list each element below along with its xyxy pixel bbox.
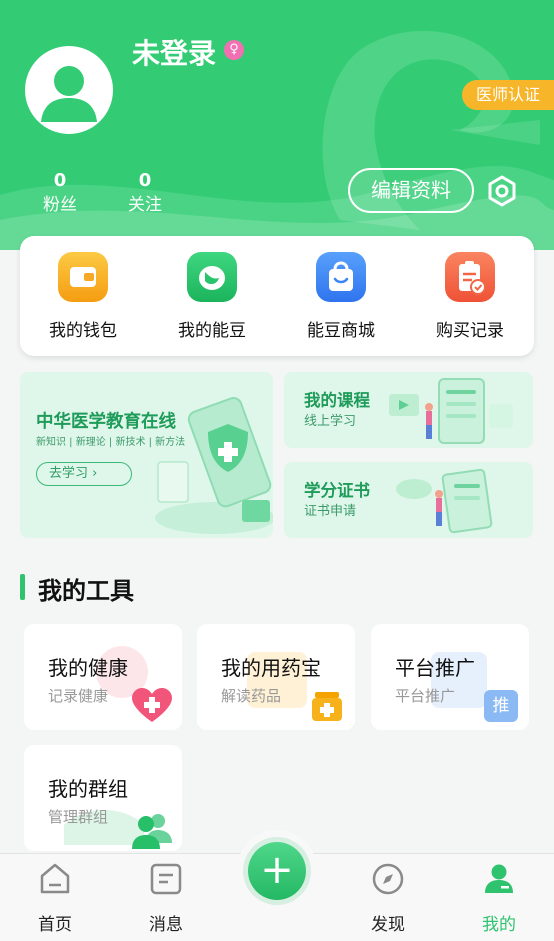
certificate-illustration xyxy=(396,468,493,534)
quick-item-purchases[interactable]: 购买记录 xyxy=(420,252,520,341)
courses-subtitle: 线上学习 xyxy=(304,414,357,429)
certificate-subtitle: 证书申请 xyxy=(304,504,357,519)
profile-header: 未登录 ♀ 医师认证 0 粉丝 0 关注 编辑资料 xyxy=(0,0,554,250)
doctor-certification-button[interactable]: 医师认证 xyxy=(462,80,554,110)
tool-title: 我的健康 xyxy=(48,656,128,680)
tools-section-title: 我的工具 xyxy=(38,577,134,605)
tool-medicine-guide[interactable]: 我的用药宝 解读药品 xyxy=(197,624,355,730)
section-accent-bar xyxy=(20,574,25,600)
user-icon xyxy=(485,864,513,893)
home-icon xyxy=(40,863,70,894)
settings-gear-icon[interactable] xyxy=(486,175,518,207)
tab-discover[interactable]: 发现 xyxy=(353,862,423,935)
tool-my-groups[interactable]: 我的群组 管理群组 xyxy=(24,745,182,851)
tab-label: 发现 xyxy=(371,915,405,935)
following-stat[interactable]: 0 关注 xyxy=(115,170,175,218)
quick-item-label: 我的钱包 xyxy=(49,321,117,341)
publish-plus-button[interactable]: + xyxy=(248,842,306,900)
tool-subtitle: 管理群组 xyxy=(48,808,109,826)
edit-profile-button[interactable]: 编辑资料 xyxy=(348,168,474,213)
tool-subtitle: 解读药品 xyxy=(221,687,282,705)
following-count: 0 xyxy=(138,170,152,191)
promote-icon: 推 xyxy=(484,690,518,722)
quick-item-beans[interactable]: 我的能豆 xyxy=(162,252,262,341)
tool-title: 我的群组 xyxy=(48,777,128,801)
my-courses-banner[interactable]: 我的课程 线上学习 xyxy=(284,372,533,448)
fans-count: 0 xyxy=(53,170,67,191)
following-label: 关注 xyxy=(128,195,162,215)
compass-icon xyxy=(372,863,404,895)
tab-label: 消息 xyxy=(149,915,183,935)
group-icon xyxy=(132,814,172,849)
tool-my-health[interactable]: 我的健康 记录健康 xyxy=(24,624,182,730)
bean-icon xyxy=(187,252,237,302)
quick-item-label: 我的能豆 xyxy=(178,321,246,341)
quick-item-shop[interactable]: 能豆商城 xyxy=(291,252,391,341)
tab-mine[interactable]: 我的 xyxy=(464,862,534,935)
tool-subtitle: 平台推广 xyxy=(395,687,456,705)
fans-label: 粉丝 xyxy=(43,195,77,215)
tool-title: 平台推广 xyxy=(395,656,475,680)
medical-education-banner[interactable]: 中华医学教育在线 新知识 | 新理论 | 新技术 | 新方法 去学习 › xyxy=(20,372,273,538)
tab-home[interactable]: 首页 xyxy=(20,862,90,935)
tab-label: 首页 xyxy=(38,915,72,935)
tab-label: 我的 xyxy=(482,915,516,935)
credit-certificate-banner[interactable]: 学分证书 证书申请 xyxy=(284,462,533,538)
quick-item-wallet[interactable]: 我的钱包 xyxy=(33,252,133,341)
tool-title: 我的用药宝 xyxy=(221,656,321,680)
quick-item-label: 能豆商城 xyxy=(307,321,375,341)
quick-menu-card: 我的钱包 我的能豆 能豆商城 购买记录 xyxy=(20,236,534,356)
wallet-icon xyxy=(58,252,108,302)
banner-title: 中华医学教育在线 xyxy=(36,412,176,432)
online-course-illustration xyxy=(389,378,513,444)
go-study-button[interactable]: 去学习 › xyxy=(36,462,132,486)
tab-messages[interactable]: 消息 xyxy=(131,862,201,935)
username-label[interactable]: 未登录 xyxy=(132,32,216,72)
fans-stat[interactable]: 0 粉丝 xyxy=(30,170,90,218)
shopping-bag-icon xyxy=(316,252,366,302)
default-avatar-icon xyxy=(41,66,97,122)
heart-plus-icon xyxy=(132,688,172,722)
medicine-box-icon xyxy=(312,692,342,721)
female-gender-icon: ♀ xyxy=(224,40,244,60)
certificate-title: 学分证书 xyxy=(304,481,370,500)
tool-subtitle: 记录健康 xyxy=(48,687,109,705)
tool-platform-promotion[interactable]: 平台推广 平台推广 推 xyxy=(371,624,529,730)
message-icon xyxy=(150,863,182,895)
clipboard-check-icon xyxy=(445,252,495,302)
quick-item-label: 购买记录 xyxy=(436,321,504,341)
banner-subtitle: 新知识 | 新理论 | 新技术 | 新方法 xyxy=(36,437,186,448)
courses-title: 我的课程 xyxy=(304,391,370,410)
avatar[interactable] xyxy=(25,46,113,134)
